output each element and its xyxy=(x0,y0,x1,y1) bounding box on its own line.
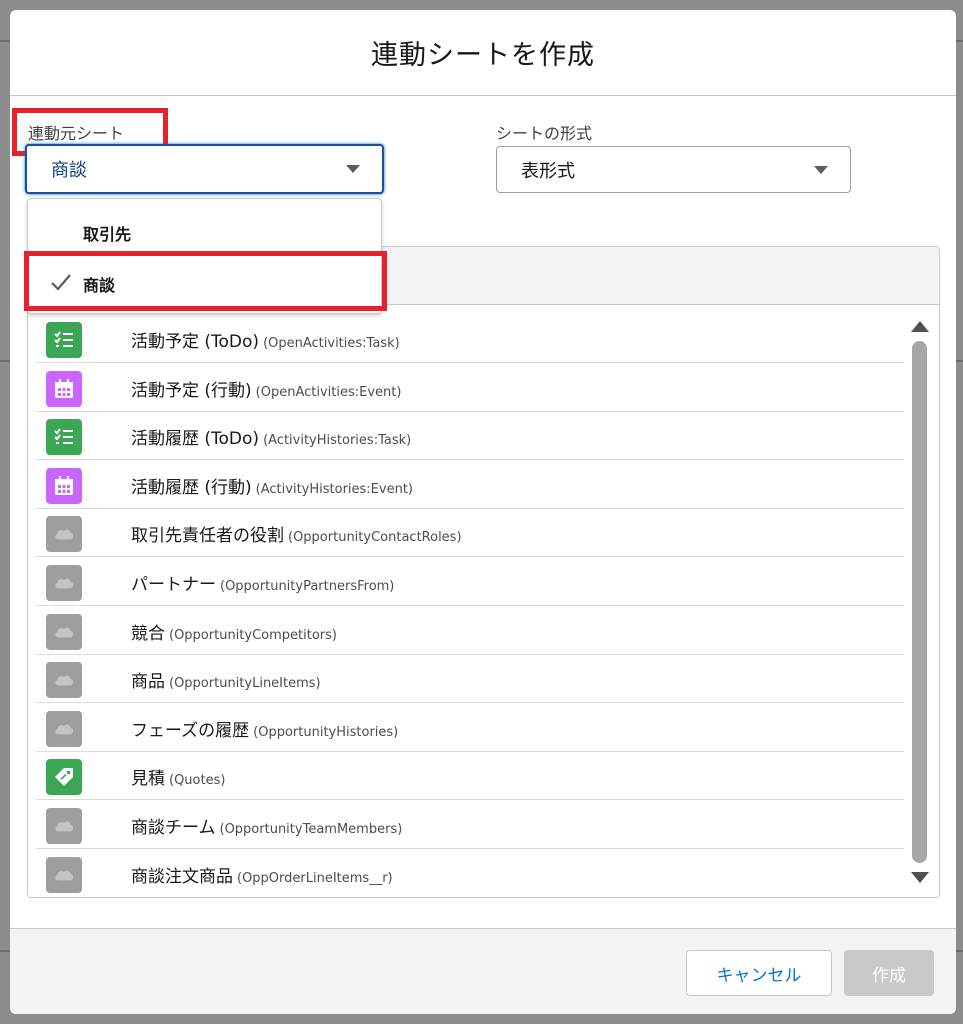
scroll-up-icon[interactable] xyxy=(911,321,929,332)
related-object-label: 商談注文商品 xyxy=(131,866,233,887)
create-linked-sheet-modal: 連動シートを作成 連動元シート 商談 シートの形式 表形式 活動予定 (ToDo… xyxy=(10,10,956,1014)
related-list-row-text: 競合 (OpportunityCompetitors) xyxy=(131,619,337,644)
source-sheet-value: 商談 xyxy=(51,160,87,181)
related-object-label: 商談チーム xyxy=(131,818,216,838)
related-object-label: 活動履歴 (ToDo) xyxy=(131,429,260,450)
related-object-label: 活動履歴 (行動) xyxy=(131,477,252,498)
cloud-icon xyxy=(46,856,82,893)
dropdown-option-label: 取引先 xyxy=(83,225,132,244)
related-list-row[interactable]: 活動履歴 (行動) (ActivityHistories:Event) xyxy=(36,461,904,509)
related-list-row-text: 商談注文商品 (OppOrderLineItems__r) xyxy=(131,862,393,887)
related-list-row[interactable]: 活動履歴 (ToDo) (ActivityHistories:Task) xyxy=(36,412,904,461)
modal-title: 連動シートを作成 xyxy=(371,40,595,71)
related-object-label: 商品 xyxy=(131,672,165,693)
related-list-row-text: 商談チーム (OpportunityTeamMembers) xyxy=(131,813,402,838)
related-list-scrollbar[interactable] xyxy=(908,315,932,895)
cloud-icon xyxy=(46,710,82,747)
related-list-row-text: フェーズの履歴 (OpportunityHistories) xyxy=(131,716,398,741)
related-object-api-name: (OpportunityLineItems) xyxy=(169,676,321,692)
related-object-label: 取引先責任者の役割 xyxy=(131,526,284,547)
related-object-api-name: (OpenActivities:Event) xyxy=(255,384,402,400)
scroll-thumb[interactable] xyxy=(912,341,927,863)
related-object-label: パートナー xyxy=(131,575,216,595)
related-list-row[interactable]: パートナー (OpportunityPartnersFrom) xyxy=(36,558,904,606)
cloud-icon xyxy=(46,662,82,699)
related-list-row-text: パートナー (OpportunityPartnersFrom) xyxy=(131,570,394,595)
related-object-api-name: (OpportunityHistories) xyxy=(253,724,399,740)
related-object-api-name: (ActivityHistories:Task) xyxy=(263,433,412,449)
related-object-api-name: (Quotes) xyxy=(169,773,226,789)
cloud-icon xyxy=(46,565,82,601)
related-list-row[interactable]: 商談チーム (OpportunityTeamMembers) xyxy=(36,801,904,849)
task-icon xyxy=(46,419,82,456)
sheet-format-label: シートの形式 xyxy=(496,124,593,143)
calendar-icon xyxy=(46,467,82,504)
scroll-down-icon[interactable] xyxy=(911,872,929,883)
related-object-label: 活動予定 (ToDo) xyxy=(131,332,260,352)
cloud-icon xyxy=(46,613,82,650)
annotation-highlight-option xyxy=(24,251,387,311)
create-button[interactable]: 作成 xyxy=(844,950,934,996)
related-list-row-text: 活動履歴 (行動) (ActivityHistories:Event) xyxy=(131,473,413,498)
related-list-row[interactable]: 見積 (Quotes) xyxy=(36,752,904,801)
chevron-down-icon xyxy=(346,165,360,173)
cloud-icon xyxy=(46,808,82,844)
related-list-row-text: 見積 (Quotes) xyxy=(131,764,225,789)
modal-header: 連動シートを作成 xyxy=(10,10,956,96)
modal-footer: キャンセル 作成 xyxy=(10,928,956,1014)
sheet-format-combobox[interactable]: 表形式 xyxy=(496,146,851,193)
dropdown-option-account[interactable]: 取引先 xyxy=(28,207,381,257)
cloud-icon xyxy=(46,516,82,553)
related-list-row[interactable]: 取引先責任者の役割 (OpportunityContactRoles) xyxy=(36,509,904,558)
related-object-api-name: (OpportunityContactRoles) xyxy=(288,530,462,546)
related-object-label: 活動予定 (行動) xyxy=(131,380,252,401)
related-list-row-text: 活動予定 (ToDo) (OpenActivities:Task) xyxy=(131,327,400,352)
related-object-api-name: (OpportunityTeamMembers) xyxy=(219,822,403,837)
related-list-row[interactable]: フェーズの履歴 (OpportunityHistories) xyxy=(36,704,904,752)
related-list-row-text: 商品 (OpportunityLineItems) xyxy=(131,667,321,692)
related-list-row-text: 取引先責任者の役割 (OpportunityContactRoles) xyxy=(131,521,462,546)
source-sheet-combobox[interactable]: 商談 xyxy=(25,144,384,194)
related-object-api-name: (ActivityHistories:Event) xyxy=(255,481,413,497)
sheet-format-value: 表形式 xyxy=(521,160,575,182)
cancel-button[interactable]: キャンセル xyxy=(686,950,832,996)
related-object-api-name: (OpportunityPartnersFrom) xyxy=(220,579,395,594)
related-object-label: フェーズの履歴 xyxy=(131,720,250,741)
related-object-api-name: (OpportunityCompetitors) xyxy=(169,627,337,643)
related-object-api-name: (OpenActivities:Task) xyxy=(263,336,400,351)
related-list-row-text: 活動履歴 (ToDo) (ActivityHistories:Task) xyxy=(131,424,411,449)
related-list-row[interactable]: 活動予定 (行動) (OpenActivities:Event) xyxy=(36,364,904,412)
related-list-row[interactable]: 活動予定 (ToDo) (OpenActivities:Task) xyxy=(36,315,904,363)
task-icon xyxy=(46,322,82,358)
related-object-label: 見積 xyxy=(131,769,165,790)
related-list-row[interactable]: 商品 (OpportunityLineItems) xyxy=(36,655,904,704)
tag-icon xyxy=(46,759,82,796)
related-list-panel: 活動予定 (ToDo) (OpenActivities:Task) 活動予定 (行動… xyxy=(27,246,940,898)
related-list-row-text: 活動予定 (行動) (OpenActivities:Event) xyxy=(131,376,401,401)
calendar-icon xyxy=(46,370,82,407)
related-list-row[interactable]: 商談注文商品 (OppOrderLineItems__r) xyxy=(36,850,904,897)
related-object-label: 競合 xyxy=(131,623,165,644)
chevron-down-icon xyxy=(814,165,828,174)
related-object-api-name: (OppOrderLineItems__r) xyxy=(237,870,393,886)
related-list-row[interactable]: 競合 (OpportunityCompetitors) xyxy=(36,607,904,655)
